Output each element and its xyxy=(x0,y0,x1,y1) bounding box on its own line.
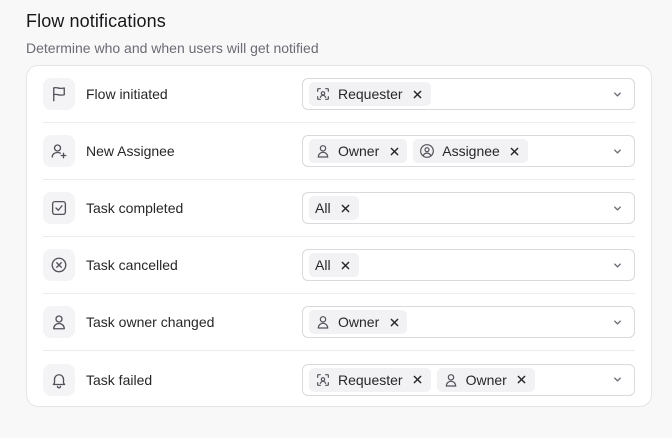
chip-label: Requester xyxy=(338,86,403,102)
bell-icon xyxy=(43,363,75,396)
recipients-select[interactable]: Owner Assignee xyxy=(302,135,635,167)
chip-label: All xyxy=(315,200,331,216)
chevron-down-icon[interactable] xyxy=(612,259,624,271)
chevron-down-icon[interactable] xyxy=(612,202,624,214)
recipient-chip: Requester xyxy=(309,82,431,106)
user-plus-icon xyxy=(43,135,75,167)
row-label: Task completed xyxy=(86,200,184,216)
notification-row-task-failed: Task failed Requester Owner xyxy=(43,351,635,408)
recipients-select[interactable]: Requester xyxy=(302,78,635,110)
user-circle-icon xyxy=(419,143,435,159)
chip-label: Owner xyxy=(338,314,380,330)
notifications-card: Flow initiated Requester New Assignee Ow… xyxy=(26,65,652,407)
remove-chip-icon[interactable] xyxy=(389,146,399,156)
recipient-chip: All xyxy=(309,253,359,277)
chip-label: All xyxy=(315,257,331,273)
chip-label: Owner xyxy=(465,371,507,388)
recipients-select[interactable]: All xyxy=(302,249,635,281)
remove-chip-icon[interactable] xyxy=(413,375,423,385)
remove-chip-icon[interactable] xyxy=(341,203,351,213)
row-label: Flow initiated xyxy=(86,86,168,102)
chevron-down-icon[interactable] xyxy=(612,316,624,328)
chevron-down-icon[interactable] xyxy=(612,374,624,386)
user-icon xyxy=(315,143,331,159)
notification-row-new-assignee: New Assignee Owner Assignee xyxy=(43,123,635,180)
flag-icon xyxy=(43,78,75,110)
user-icon xyxy=(43,306,75,338)
page-subtitle: Determine who and when users will get no… xyxy=(26,40,319,56)
recipient-chip: Owner xyxy=(436,367,535,392)
notification-row-task-cancelled: Task cancelled All xyxy=(43,237,635,294)
recipient-chip: All xyxy=(309,196,359,220)
requester-icon xyxy=(315,86,331,102)
remove-chip-icon[interactable] xyxy=(510,146,520,156)
recipient-chip: Owner xyxy=(309,310,408,334)
recipients-select[interactable]: Requester Owner xyxy=(302,363,635,396)
notification-row-task-owner-changed: Task owner changed Owner xyxy=(43,294,635,351)
check-square-icon xyxy=(43,192,75,224)
chevron-down-icon[interactable] xyxy=(612,145,624,157)
flow-notifications-panel: Flow notifications Determine who and whe… xyxy=(26,9,652,407)
row-label: New Assignee xyxy=(86,143,175,159)
remove-chip-icon[interactable] xyxy=(389,317,399,327)
remove-chip-icon[interactable] xyxy=(413,89,423,99)
chip-label: Owner xyxy=(338,143,380,159)
requester-icon xyxy=(315,372,331,388)
chip-label: Assignee xyxy=(442,143,500,159)
user-icon xyxy=(443,372,459,388)
notification-row-task-completed: Task completed All xyxy=(43,180,635,237)
remove-chip-icon[interactable] xyxy=(341,260,351,270)
row-label: Task failed xyxy=(86,371,153,388)
recipient-chip: Requester xyxy=(309,367,431,392)
page-title: Flow notifications xyxy=(26,11,166,31)
recipients-select[interactable]: Owner xyxy=(302,306,635,338)
x-circle-icon xyxy=(43,249,75,281)
row-label: Task owner changed xyxy=(86,314,215,330)
recipients-select[interactable]: All xyxy=(302,192,635,224)
chip-label: Requester xyxy=(338,371,403,388)
remove-chip-icon[interactable] xyxy=(517,375,527,385)
chevron-down-icon[interactable] xyxy=(612,88,624,100)
recipient-chip: Owner xyxy=(309,139,408,163)
notification-row-flow-initiated: Flow initiated Requester xyxy=(43,66,635,123)
recipient-chip: Assignee xyxy=(413,139,528,163)
row-label: Task cancelled xyxy=(86,257,178,273)
user-icon xyxy=(315,314,331,330)
